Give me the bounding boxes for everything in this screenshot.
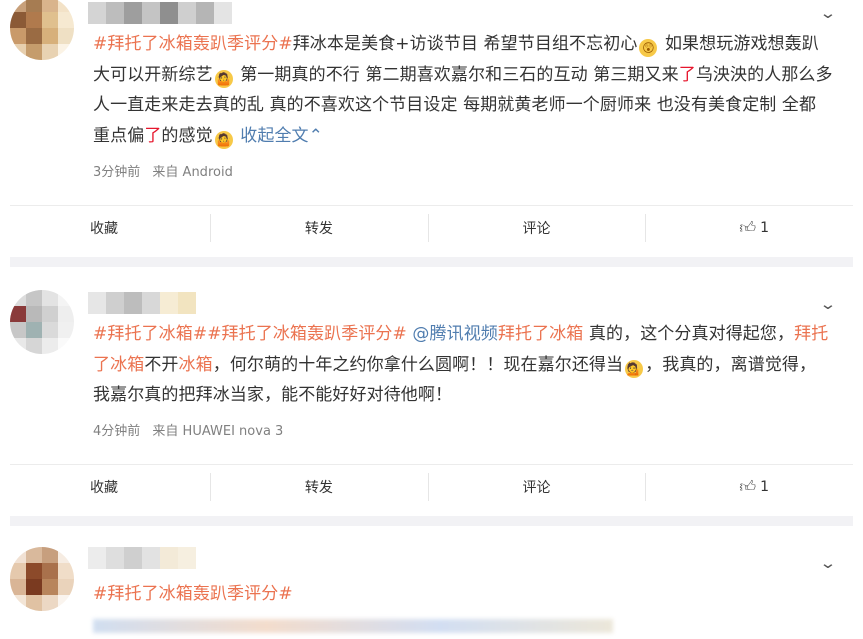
username-blurred[interactable] bbox=[88, 547, 232, 569]
username-blurred[interactable] bbox=[88, 292, 232, 314]
post-time[interactable]: 4分钟前 bbox=[93, 424, 140, 439]
post-text: #拜托了冰箱轰趴季评分# bbox=[93, 579, 833, 610]
collapse-link[interactable]: ⌃ bbox=[309, 126, 323, 146]
text-span: 第一期真的不行 第二期喜欢嘉尔和三石的互动 第三期又来 bbox=[234, 64, 679, 85]
post-time[interactable]: 3分钟前 bbox=[93, 165, 140, 180]
repost-label: 转发 bbox=[304, 480, 333, 496]
chevron-down-icon[interactable]: ⌄ bbox=[815, 4, 840, 22]
like-button[interactable]: 👍︎ 1 bbox=[645, 206, 863, 250]
post-text: #拜托了冰箱##拜托了冰箱轰趴季评分# @腾讯视频拜托了冰箱 真的，这个分真对得… bbox=[93, 319, 833, 411]
like-button[interactable]: 👍︎ 1 bbox=[645, 465, 863, 509]
thumbs-up-icon: 👍︎ bbox=[739, 218, 757, 237]
post-source: 来自 HUAWEI nova 3 bbox=[152, 424, 284, 439]
text-span: 不开 bbox=[144, 354, 179, 375]
emoji-icon: 💁 bbox=[625, 359, 644, 378]
text-span: 拜冰本是美食+访谈节目 希望节目组不忘初心 bbox=[292, 34, 638, 54]
chevron-down-icon[interactable]: ⌄ bbox=[815, 554, 840, 572]
post-meta: 4分钟前 来自 HUAWEI nova 3 bbox=[93, 420, 283, 439]
post-card-1: ⌄ #拜托了冰箱轰趴季评分#拜冰本是美食+访谈节目 希望节目组不忘初心 😲 如果想… bbox=[0, 0, 863, 254]
feed-gap bbox=[10, 516, 853, 526]
like-count: 1 bbox=[760, 220, 769, 236]
emoji-icon: 🤷 bbox=[214, 130, 233, 149]
favorite-button[interactable]: 收藏 bbox=[0, 465, 210, 509]
topic-link[interactable]: #拜托了冰箱轰趴季评分# bbox=[93, 34, 293, 54]
post-text: #拜托了冰箱轰趴季评分#拜冰本是美食+访谈节目 希望节目组不忘初心 😲 如果想玩游… bbox=[93, 29, 833, 151]
text-span: 真的，这个分真对得起您， bbox=[583, 324, 795, 344]
favorite-button[interactable]: 收藏 bbox=[0, 206, 210, 250]
text-span: ，何尔萌的十年之约你拿什么圆啊！！现在嘉尔还得当 bbox=[212, 354, 624, 375]
topic-link[interactable]: 拜托了冰箱 bbox=[498, 324, 584, 344]
avatar[interactable] bbox=[10, 547, 74, 611]
action-bar: 收藏 转发 评论 👍︎ 1 bbox=[0, 206, 863, 250]
post-meta: 3分钟前 来自 Android bbox=[93, 161, 233, 180]
mention-link[interactable]: @腾讯视频 bbox=[407, 324, 498, 344]
chevron-down-icon[interactable]: ⌄ bbox=[815, 295, 840, 313]
comment-label: 评论 bbox=[522, 221, 551, 237]
search-highlight: 了 bbox=[144, 125, 162, 146]
avatar[interactable] bbox=[10, 290, 74, 354]
avatar[interactable] bbox=[10, 0, 74, 60]
like-count: 1 bbox=[760, 479, 769, 495]
post-source: 来自 Android bbox=[152, 165, 233, 180]
emoji-icon: 😲 bbox=[639, 39, 658, 57]
post-card-3: ⌄ #拜托了冰箱轰趴季评分# bbox=[0, 527, 863, 639]
repost-button[interactable]: 转发 bbox=[210, 206, 428, 250]
thumbs-up-icon: 👍︎ bbox=[739, 477, 757, 496]
search-highlight: 了 bbox=[678, 64, 696, 85]
emoji-icon: 🤷 bbox=[214, 69, 233, 88]
topic-link[interactable]: 冰箱 bbox=[179, 355, 213, 375]
topic-link[interactable]: #拜托了冰箱##拜托了冰箱轰趴季评分# bbox=[93, 324, 407, 344]
collapse-link[interactable]: 收起全文 bbox=[235, 126, 309, 146]
repost-label: 转发 bbox=[304, 221, 333, 237]
text-span: 的感觉 bbox=[161, 125, 213, 146]
action-bar: 收藏 转发 评论 👍︎ 1 bbox=[0, 465, 863, 509]
favorite-label: 收藏 bbox=[90, 221, 118, 237]
favorite-label: 收藏 bbox=[90, 480, 118, 496]
topic-link[interactable]: #拜托了冰箱轰趴季评分# bbox=[93, 584, 293, 604]
feed-gap bbox=[10, 257, 853, 267]
post-card-2: ⌄ #拜托了冰箱##拜托了冰箱轰趴季评分# @腾讯视频拜托了冰箱 真的，这个分真… bbox=[0, 268, 863, 516]
repost-button[interactable]: 转发 bbox=[210, 465, 428, 509]
username-blurred[interactable] bbox=[88, 2, 232, 24]
truncated-text-line bbox=[93, 619, 613, 633]
comment-label: 评论 bbox=[522, 480, 551, 496]
comment-button[interactable]: 评论 bbox=[427, 206, 646, 250]
comment-button[interactable]: 评论 bbox=[427, 465, 646, 509]
